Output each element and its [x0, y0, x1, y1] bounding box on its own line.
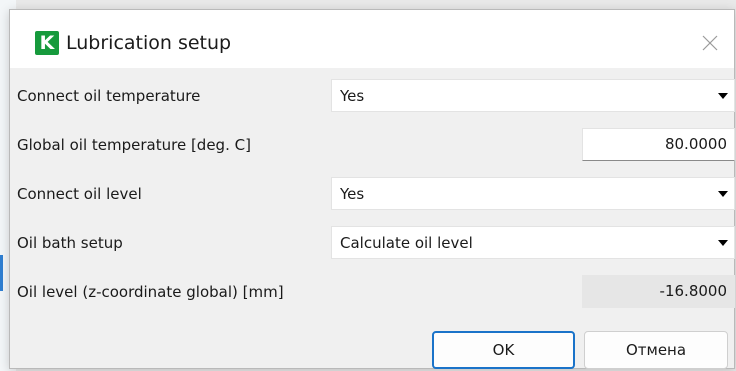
- oil-bath-setup-label: Oil bath setup: [17, 234, 123, 252]
- app-logo-icon: K: [35, 31, 59, 55]
- dropdown-arrow-icon: [718, 240, 728, 246]
- title-bar: K Lubrication setup: [10, 10, 734, 68]
- oil-bath-setup-select[interactable]: Calculate oil level: [331, 226, 735, 259]
- cancel-button[interactable]: Отмена: [584, 331, 728, 369]
- oil-level-label: Oil level (z-coordinate global) [mm]: [17, 283, 284, 301]
- dropdown-arrow-icon: [718, 191, 728, 197]
- close-icon: [702, 35, 718, 51]
- ok-button[interactable]: OK: [432, 331, 575, 369]
- connect-oil-temperature-select[interactable]: Yes: [331, 79, 735, 112]
- connect-oil-level-value: Yes: [340, 185, 365, 203]
- connect-oil-level-label: Connect oil level: [17, 185, 142, 203]
- oil-level-readonly-field: -16.8000: [582, 275, 735, 308]
- dialog-title: Lubrication setup: [66, 32, 232, 54]
- global-oil-temperature-input[interactable]: 80.0000: [582, 128, 735, 161]
- connect-oil-temperature-value: Yes: [340, 87, 365, 105]
- connect-oil-temperature-label: Connect oil temperature: [17, 87, 201, 105]
- oil-bath-setup-value: Calculate oil level: [340, 234, 473, 252]
- background-window-accent: [0, 255, 3, 291]
- lubrication-setup-dialog: K Lubrication setup Connect oil temperat…: [9, 9, 735, 369]
- dropdown-arrow-icon: [718, 93, 728, 99]
- close-button[interactable]: [694, 28, 726, 58]
- connect-oil-level-select[interactable]: Yes: [331, 177, 735, 210]
- global-oil-temperature-label: Global oil temperature [deg. C]: [17, 136, 251, 154]
